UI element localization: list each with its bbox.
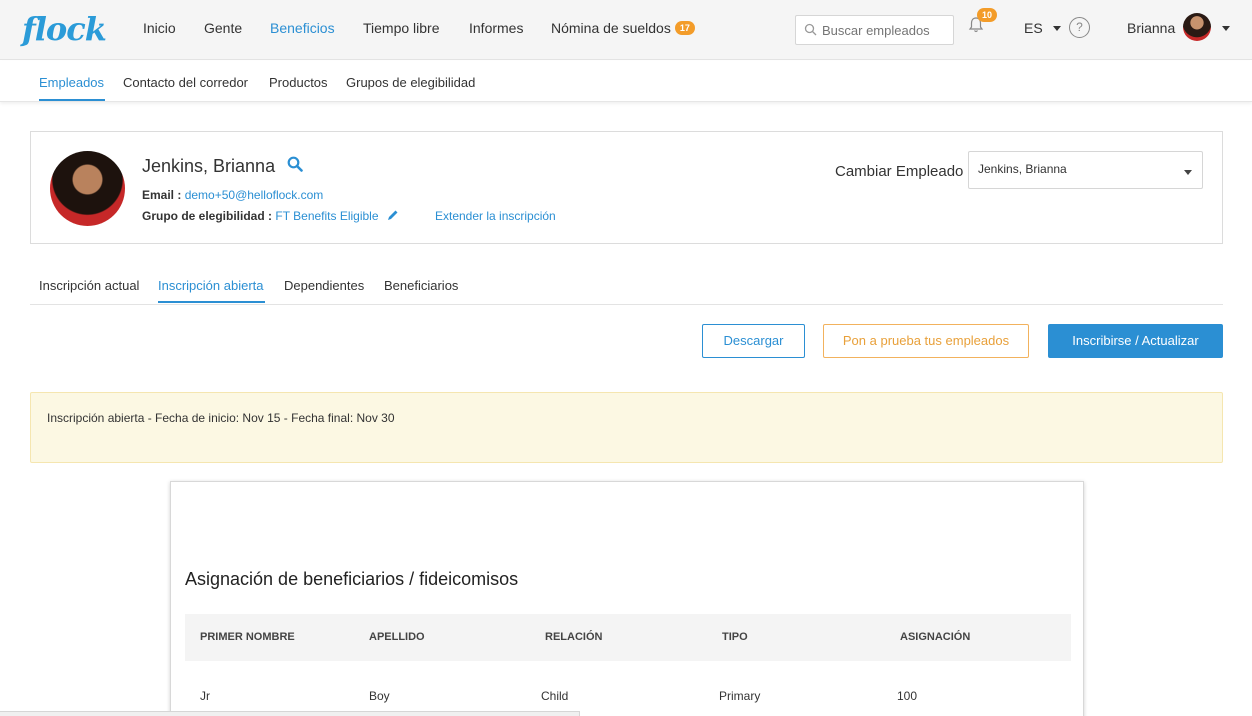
help-icon[interactable]: ? [1069,17,1090,38]
column-header: ASIGNACIÓN [900,631,971,643]
column-header: RELACIÓN [545,631,603,643]
avatar[interactable] [1183,13,1211,41]
bottom-scrollbar[interactable] [0,711,580,716]
tab-beneficiarios[interactable]: Beneficiarios [384,278,458,293]
table-cell: Boy [369,689,390,703]
column-header: TIPO [722,631,748,643]
employee-search[interactable] [795,15,954,45]
subnav-item-contacto-corredor[interactable]: Contacto del corredor [123,75,248,90]
table-cell: Jr [200,689,210,703]
language-label: ES [1024,20,1043,36]
extend-enrollment-link[interactable]: Extender la inscripción [435,209,556,223]
table-cell: Child [541,689,569,703]
notification-count-badge: 10 [977,8,998,22]
change-employee-label: Cambiar Empleado [835,163,964,180]
chevron-down-icon [1052,26,1061,31]
tab-inscripcion-abierta[interactable]: Inscripción abierta [158,278,264,293]
nav-item-tiempo-libre[interactable]: Tiempo libre [363,20,440,36]
notice-text: Inscripción abierta - Fecha de inicio: N… [47,411,395,425]
eligibility-group-value[interactable]: FT Benefits Eligible [275,209,378,223]
search-icon[interactable] [287,156,303,177]
employee-card: Jenkins, Brianna Email : demo+50@hellofl… [30,131,1223,244]
column-header: APELLIDO [369,631,425,643]
table-cell: Primary [719,689,761,703]
employee-email[interactable]: demo+50@helloflock.com [185,188,324,202]
employee-photo [50,151,125,226]
subnav-item-grupos-elegibilidad[interactable]: Grupos de elegibilidad [346,75,475,90]
top-navbar: flock Inicio Gente Beneficios Tiempo lib… [0,0,1252,60]
change-employee-select[interactable]: Jenkins, Brianna [968,151,1203,189]
enroll-update-button[interactable]: Inscribirse / Actualizar [1048,324,1223,358]
test-employees-button[interactable]: Pon a prueba tus empleados [823,324,1029,358]
language-selector[interactable]: ES [1024,20,1061,36]
pencil-icon[interactable] [386,209,399,225]
table-header: PRIMER NOMBRE APELLIDO RELACIÓN TIPO ASI… [185,614,1071,661]
nav-item-nomina-label: Nómina de sueldos [551,20,671,36]
nav-item-beneficios[interactable]: Beneficios [270,20,335,36]
chevron-down-icon [1184,170,1192,175]
nav-item-gente[interactable]: Gente [204,20,242,36]
column-header: PRIMER NOMBRE [200,631,295,643]
download-button[interactable]: Descargar [702,324,805,358]
tab-active-indicator [158,301,265,303]
subnav-active-indicator [39,99,105,101]
email-label: Email : [142,188,182,202]
employee-email-row: Email : demo+50@helloflock.com [142,188,323,202]
beneficiary-allocation-panel: Asignación de beneficiarios / fideicomis… [170,481,1084,716]
employee-group-row: Grupo de elegibilidad : FT Benefits Elig… [142,209,399,225]
benefits-subnav: Empleados Contacto del corredor Producto… [0,61,1252,102]
selected-employee: Jenkins, Brianna [978,162,1067,176]
allocation-title: Asignación de beneficiarios / fideicomis… [185,569,519,589]
search-input[interactable] [822,21,950,40]
user-name[interactable]: Brianna [1127,20,1175,36]
table-cell: 100 [897,689,918,703]
chevron-down-icon[interactable] [1222,26,1230,31]
open-enrollment-notice: Inscripción abierta - Fecha de inicio: N… [30,392,1223,463]
eligibility-group-label: Grupo de elegibilidad : [142,209,273,223]
employee-name: Jenkins, Brianna [142,156,276,176]
flock-logo[interactable]: flock [22,10,107,48]
nav-item-informes[interactable]: Informes [469,20,523,36]
subnav-item-productos[interactable]: Productos [269,75,328,90]
tab-dependientes[interactable]: Dependientes [284,278,364,293]
nav-item-inicio[interactable]: Inicio [143,20,176,36]
subnav-item-empleados[interactable]: Empleados [39,75,104,90]
payroll-count-badge: 17 [674,21,695,35]
tabs-divider [30,304,1223,305]
search-icon [804,23,817,41]
nav-item-nomina[interactable]: Nómina de sueldos 17 [551,20,695,36]
tab-inscripcion-actual[interactable]: Inscripción actual [39,278,139,293]
